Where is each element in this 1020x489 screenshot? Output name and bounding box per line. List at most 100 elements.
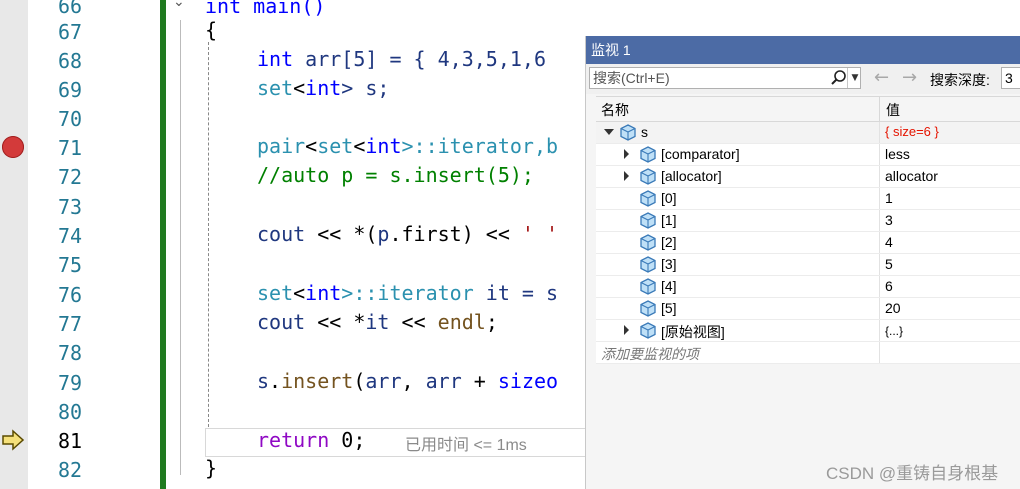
code-line-79[interactable]: s.insert(arr, arr + sizeo	[257, 369, 558, 393]
code-line-81[interactable]: return 0;	[257, 428, 365, 452]
line-number: 67	[58, 20, 83, 44]
code-line-71[interactable]: pair<set<int>::iterator,b	[257, 134, 558, 158]
line-number: 82	[58, 458, 83, 482]
code-line-76[interactable]: set<int>::iterator it = s	[257, 281, 558, 305]
code-token: <	[293, 76, 306, 100]
variable-cube-icon	[640, 300, 656, 317]
code-token: << *(	[305, 222, 378, 246]
column-divider	[879, 144, 880, 165]
column-divider	[879, 298, 880, 319]
watch-row-value: allocator	[885, 168, 938, 184]
code-token: insert	[281, 369, 354, 393]
code-token: set	[317, 134, 354, 158]
breakpoint-icon[interactable]	[2, 136, 24, 158]
code-token: >::iterator	[341, 281, 486, 305]
line-number: 73	[58, 195, 83, 219]
expand-arrow-icon[interactable]	[624, 171, 629, 181]
line-number: 68	[58, 49, 83, 73]
grid-header: 名称 值	[596, 96, 1020, 122]
watch-row-value: 1	[885, 190, 893, 206]
fold-chevron-icon[interactable]: ⌄	[173, 0, 187, 10]
watch-row-value: 20	[885, 300, 901, 316]
line-number: 66	[58, 0, 83, 18]
column-divider	[879, 254, 880, 275]
watch-row[interactable]: [3] 5	[596, 254, 1020, 276]
code-token: p	[377, 222, 390, 246]
line-number: 77	[58, 312, 83, 336]
watch-row-name: [原始视图]	[661, 324, 725, 340]
watch-row[interactable]: s { size=6 }	[596, 122, 1020, 144]
code-token: arr[5] = { 4,3,5,1,6	[293, 47, 546, 71]
variable-cube-icon	[640, 234, 656, 251]
code-line-67[interactable]: {	[205, 18, 217, 42]
line-number: 75	[58, 253, 83, 277]
indent-guide	[208, 42, 209, 427]
watch-row-value: {...}	[885, 324, 904, 338]
code-line-68[interactable]: int arr[5] = { 4,3,5,1,6	[257, 47, 546, 71]
code-line-77[interactable]: cout << *it << endl;	[257, 310, 498, 334]
code-token: <	[353, 134, 366, 158]
variable-cube-icon	[640, 190, 656, 207]
watch-row-value: less	[885, 146, 910, 162]
code-line-72[interactable]: //auto p = s.insert(5);	[257, 163, 534, 187]
watch-row[interactable]: [0] 1	[596, 188, 1020, 210]
code-line-74[interactable]: cout << *(p.first) << ' '	[257, 222, 558, 246]
search-icon[interactable]	[830, 69, 848, 87]
code-token: ' '	[521, 222, 559, 246]
watch-row[interactable]: [allocator] allocator	[596, 166, 1020, 188]
watch-row-value: { size=6 }	[885, 124, 939, 139]
line-number: 76	[58, 283, 83, 307]
line-number: 79	[58, 371, 83, 395]
watch-title[interactable]: 监视 1	[586, 36, 1020, 64]
watch-row-name: s	[641, 124, 648, 140]
line-number: 74	[58, 224, 83, 248]
code-token: arr	[425, 369, 462, 393]
column-divider	[879, 276, 880, 297]
watch-row[interactable]: [4] 6	[596, 276, 1020, 298]
search-depth-label: 搜索深度:	[930, 72, 990, 88]
code-line-82[interactable]: }	[205, 456, 217, 480]
watch-row[interactable]: [comparator] less	[596, 144, 1020, 166]
search-input[interactable]	[593, 69, 818, 87]
watch-row[interactable]: [1] 3	[596, 210, 1020, 232]
watch-row[interactable]: [原始视图] {...}	[596, 320, 1020, 342]
watch-row-name: [2]	[661, 234, 677, 250]
column-divider	[879, 210, 880, 231]
search-depth-input[interactable]: 3	[1001, 67, 1020, 89]
watch-row-name: [1]	[661, 212, 677, 228]
code-token: cout	[257, 310, 306, 334]
code-token: = s	[509, 281, 559, 305]
chevron-down-icon[interactable]: ▼	[847, 68, 862, 88]
expand-arrow-icon[interactable]	[624, 149, 629, 159]
perf-tip-elapsed[interactable]: 已用时间 <= 1ms	[405, 431, 527, 455]
arrow-left-icon[interactable]: ←	[874, 67, 889, 88]
watch-row-value: 4	[885, 234, 893, 250]
collapse-arrow-icon[interactable]	[604, 129, 614, 135]
variable-cube-icon	[640, 278, 656, 295]
code-token: ,	[401, 369, 426, 393]
arrow-right-icon[interactable]: →	[902, 67, 917, 88]
code-token: it	[365, 310, 390, 334]
expand-arrow-icon[interactable]	[624, 325, 629, 335]
variable-cube-icon	[640, 256, 656, 273]
watch-row-value: 5	[885, 256, 893, 272]
code-token: int	[305, 281, 342, 305]
code-token: pair	[257, 134, 306, 158]
line-number: 71	[58, 136, 83, 160]
variable-cube-icon	[640, 322, 656, 339]
line-number-current: 81	[58, 429, 83, 453]
column-divider[interactable]	[879, 97, 880, 121]
line-number: 72	[58, 165, 83, 189]
add-watch-placeholder[interactable]: 添加要监视的项	[601, 344, 699, 364]
code-line-69[interactable]: set<int> s;	[257, 76, 389, 100]
search-box[interactable]: ▼	[589, 67, 861, 89]
glyph-margin[interactable]	[0, 0, 28, 489]
column-header-value[interactable]: 值	[886, 100, 900, 120]
watch-row[interactable]: [2] 4	[596, 232, 1020, 254]
code-token: s	[257, 369, 270, 393]
add-watch-row[interactable]: 添加要监视的项	[596, 342, 1020, 364]
column-header-name[interactable]: 名称	[601, 100, 629, 120]
code-line-66[interactable]: int main()	[205, 0, 325, 18]
code-token: > s;	[341, 76, 390, 100]
watch-row[interactable]: [5] 20	[596, 298, 1020, 320]
